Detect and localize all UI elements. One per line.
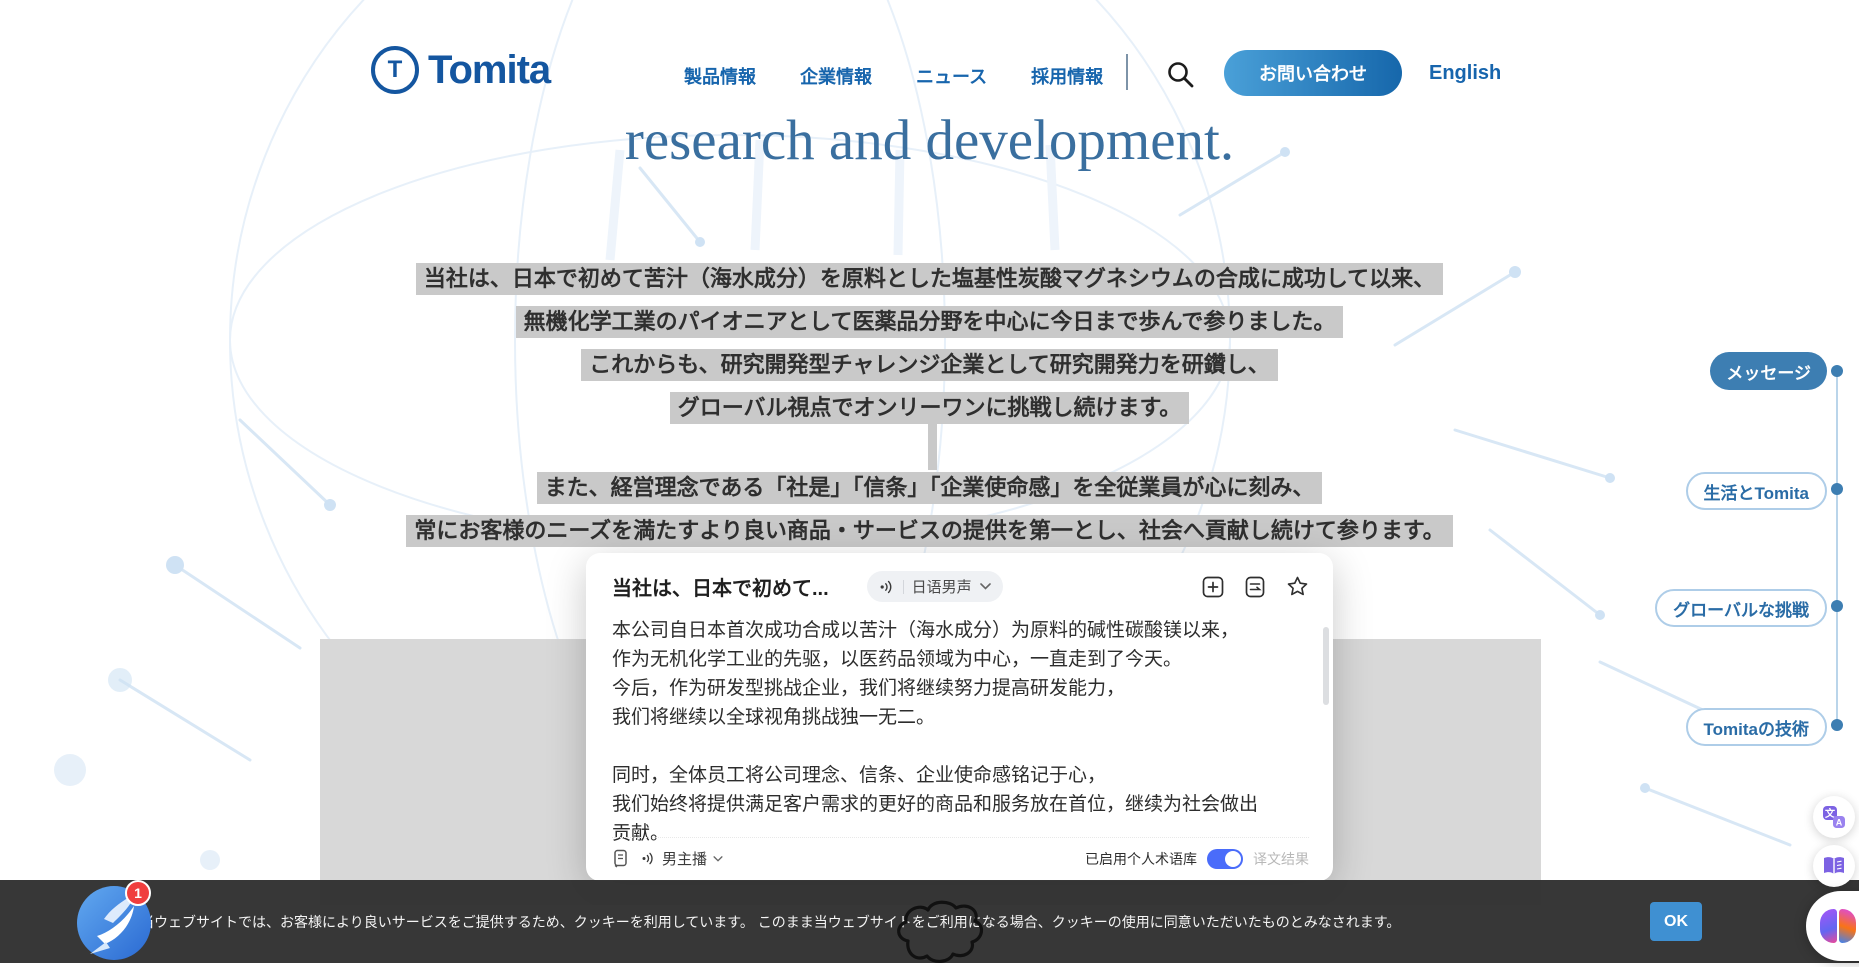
- result-tab-label: 译文结果: [1253, 849, 1309, 869]
- nav-item-news[interactable]: ニュース: [916, 63, 987, 89]
- page: T Tomita 製品情報 企業情報 ニュース 採用情報 お問い合わせ Engl…: [0, 0, 1859, 967]
- translate-icon: 文 A: [1821, 804, 1847, 830]
- side-nav-dot: [1831, 719, 1843, 731]
- side-nav-item-life-and-tomita[interactable]: 生活とTomita: [1686, 472, 1827, 510]
- nav-item-company[interactable]: 企業情報: [800, 63, 872, 89]
- side-nav-item-message[interactable]: メッセージ: [1710, 352, 1827, 390]
- nav-divider: [1126, 54, 1128, 90]
- highlighted-line: グローバル視点でオンリーワンに挑戦し続けます。: [670, 392, 1190, 424]
- tomita-logo[interactable]: T Tomita: [371, 46, 550, 94]
- dictionary-extension-button[interactable]: [1813, 845, 1855, 887]
- book-icon: [1821, 854, 1847, 878]
- popup-footer: 男主播 已启用个人术语库 译文结果: [612, 837, 1309, 869]
- glossary-status-label: 已启用个人术语库: [1085, 849, 1197, 869]
- translation-line: 本公司自日本首次成功合成以苦汁（海水成分）为原料的碱性碳酸镁以来，: [612, 616, 1307, 645]
- popup-header: 当社は、日本で初めて... 日语男声: [612, 571, 1309, 602]
- highlighted-line: 常にお客様のニーズを満たすより良い商品・サービスの提供を第一とし、社会へ貢献し続…: [406, 515, 1452, 547]
- cookie-ok-button[interactable]: OK: [1650, 902, 1702, 941]
- top-navigation-bar: T Tomita 製品情報 企業情報 ニュース 採用情報 お問い合わせ Engl…: [0, 0, 1859, 112]
- logo-text: Tomita: [428, 48, 550, 93]
- speaker-icon: [879, 579, 895, 595]
- side-nav-item-global-challenge[interactable]: グローバルな挑戦: [1655, 589, 1827, 627]
- hero-paragraph-1: 当社は、日本で初めて苦汁（海水成分）を原料とした塩基性炭酸マグネシウムの合成に成…: [0, 263, 1859, 435]
- source-voice-selector[interactable]: 日语男声: [867, 571, 1003, 602]
- popup-translation-text: 本公司自日本首次成功合成以苦汁（海水成分）为原料的碱性碳酸镁以来， 作为无机化学…: [612, 616, 1307, 848]
- nav-item-products[interactable]: 製品情報: [684, 63, 756, 89]
- favorite-star-icon[interactable]: [1286, 575, 1309, 598]
- popup-footer-left: 男主播: [612, 848, 723, 869]
- source-voice-label: 日语男声: [912, 576, 972, 597]
- voice-pill-divider: [903, 580, 904, 594]
- compare-original-icon[interactable]: [1244, 576, 1266, 598]
- speaker-icon: [641, 851, 656, 866]
- highlighted-line: 無機化学工業のパイオニアとして医薬品分野を中心に今日まで歩んで参りました。: [516, 306, 1344, 338]
- hero-paragraph-2: また、経営理念である「社是」「信条」「企業使命感」を全従業員が心に刻み、 常にお…: [0, 472, 1859, 558]
- side-nav-item-tomita-technology[interactable]: Tomitaの技術: [1686, 708, 1827, 746]
- popup-footer-right: 已启用个人术语库 译文结果: [1085, 849, 1309, 869]
- highlighted-line: 当社は、日本で初めて苦汁（海水成分）を原料とした塩基性炭酸マグネシウムの合成に成…: [416, 263, 1443, 295]
- cookie-consent-bar: 当ウェブサイトでは、お客様により良いサービスをご提供するため、クッキーを利用して…: [0, 880, 1859, 963]
- paragraph-connector-line: [928, 424, 937, 470]
- cookie-message: 当ウェブサイトでは、お客様により良いサービスをご提供するため、クッキーを利用して…: [140, 912, 1400, 932]
- reader-voice-label: 男主播: [662, 848, 707, 869]
- contact-button[interactable]: お問い合わせ: [1224, 50, 1402, 96]
- chevron-down-icon: [980, 583, 991, 590]
- translation-line: 我们始终将提供满足客户需求的更好的商品和服务放在首位，继续为社会做出: [612, 790, 1307, 819]
- brain-icon: [1820, 909, 1856, 943]
- toggle-knob: [1225, 851, 1241, 867]
- notification-badge: 1: [125, 880, 151, 906]
- side-nav-dot: [1831, 600, 1843, 612]
- glossary-toggle[interactable]: [1207, 849, 1243, 869]
- translation-line: 作为无机化学工业的先驱，以医药品领域为中心，一直走到了今天。: [612, 645, 1307, 674]
- side-nav-dot: [1831, 483, 1843, 495]
- popup-scrollbar[interactable]: [1323, 627, 1329, 705]
- popup-title: 当社は、日本で初めて...: [612, 572, 829, 601]
- document-icon[interactable]: [612, 849, 629, 868]
- highlighted-line: これからも、研究開発型チャレンジ企業として研究開発力を研鑽し、: [581, 349, 1277, 381]
- main-nav: 製品情報 企業情報 ニュース 採用情報: [684, 63, 1103, 89]
- side-nav-dot: [1831, 365, 1843, 377]
- add-to-glossary-icon[interactable]: [1202, 576, 1224, 598]
- language-link-english[interactable]: English: [1429, 62, 1501, 85]
- translate-extension-button[interactable]: 文 A: [1813, 796, 1855, 838]
- highlighted-line: また、経営理念である「社是」「信条」「企業使命感」を全従業員が心に刻み、: [537, 472, 1323, 504]
- svg-text:A: A: [1836, 818, 1843, 828]
- search-icon[interactable]: [1165, 59, 1195, 89]
- page-title: research and development.: [0, 108, 1859, 173]
- translation-line: 我们将继续以全球视角挑战独一无二。: [612, 703, 1307, 732]
- chevron-down-icon: [713, 856, 723, 862]
- translation-line: 同时，全体员工将公司理念、信条、企业使命感铭记于心，: [612, 761, 1307, 790]
- bird-translator-widget[interactable]: 1: [75, 882, 153, 962]
- popup-actions: [1202, 575, 1309, 598]
- translation-popup: 当社は、日本で初めて... 日语男声: [586, 553, 1333, 881]
- reader-voice-selector[interactable]: 男主播: [641, 848, 723, 869]
- side-nav-connector-line: [1836, 371, 1838, 725]
- logo-circle-t-icon: T: [371, 46, 419, 94]
- translation-line: 今后，作为研发型挑战企业，我们将继续努力提高研发能力，: [612, 674, 1307, 703]
- nav-item-recruit[interactable]: 採用情報: [1031, 63, 1103, 89]
